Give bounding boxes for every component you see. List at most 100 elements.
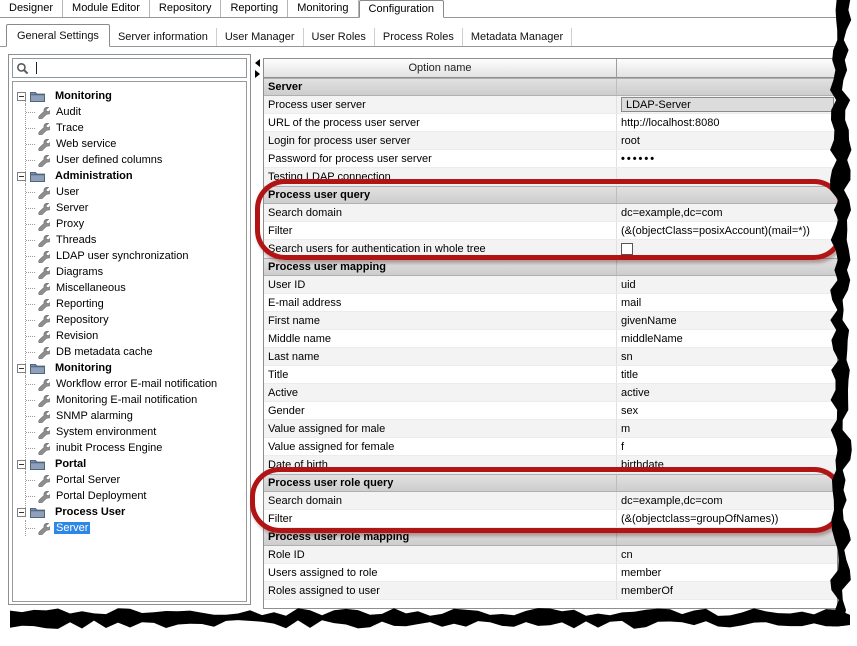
folder-icon	[30, 362, 45, 374]
tree-item-ldap-user-synchronization[interactable]: LDAP user synchronization	[26, 248, 244, 264]
tree-item-diagrams[interactable]: Diagrams	[26, 264, 244, 280]
tree-item-web-service[interactable]: Web service	[26, 136, 244, 152]
tree-item-repository[interactable]: Repository	[26, 312, 244, 328]
option-value-cell[interactable]	[617, 240, 837, 257]
option-row-filter: Filter(&(objectclass=groupOfNames))	[264, 510, 837, 528]
option-name-cell: Password for process user server	[264, 150, 617, 167]
panel-splitter[interactable]	[251, 54, 263, 605]
option-value-cell[interactable]: sex	[617, 402, 837, 419]
option-name-cell: URL of the process user server	[264, 114, 617, 131]
option-value-cell[interactable]: f	[617, 438, 837, 455]
tree-collapse-icon[interactable]	[17, 92, 26, 101]
tree-item-revision[interactable]: Revision	[26, 328, 244, 344]
tree-item-inubit-process-engine[interactable]: inubit Process Engine	[26, 440, 244, 456]
section-value-cell	[617, 529, 837, 545]
tree-collapse-icon[interactable]	[17, 508, 26, 517]
option-value-cell[interactable]: ••••••	[617, 150, 837, 167]
tree-item-user-defined-columns[interactable]: User defined columns	[26, 152, 244, 168]
tree-item-server[interactable]: Server	[26, 200, 244, 216]
main-tab-reporting[interactable]: Reporting	[221, 0, 288, 17]
tree-item-threads[interactable]: Threads	[26, 232, 244, 248]
option-value-cell[interactable]: dc=example,dc=com	[617, 492, 837, 509]
config-tab-server-information[interactable]: Server information	[110, 28, 217, 46]
collapse-left-icon[interactable]	[255, 59, 260, 67]
main-tab-configuration[interactable]: Configuration	[359, 0, 444, 18]
tree-item-reporting[interactable]: Reporting	[26, 296, 244, 312]
option-row-title: Titletitle	[264, 366, 837, 384]
tree-folder-administration-1[interactable]: Administration	[17, 168, 244, 184]
tree-item-db-metadata-cache[interactable]: DB metadata cache	[26, 344, 244, 360]
tree-search-input[interactable]	[40, 61, 243, 75]
option-value-cell[interactable]: title	[617, 366, 837, 383]
option-value-cell[interactable]: mail	[617, 294, 837, 311]
password-value: ••••••	[621, 153, 656, 165]
option-row-middle-name: Middle namemiddleName	[264, 330, 837, 348]
tree-collapse-icon[interactable]	[17, 364, 26, 373]
config-tab-process-roles[interactable]: Process Roles	[375, 28, 463, 46]
option-value-cell[interactable]: m	[617, 420, 837, 437]
section-row-process-user-mapping: Process user mapping	[264, 258, 837, 276]
checkbox-search-users-for-authentication-in-whole-tree[interactable]	[621, 243, 633, 255]
tree-item-audit[interactable]: Audit	[26, 104, 244, 120]
tree-item-server[interactable]: Server	[26, 520, 244, 536]
tree-collapse-icon[interactable]	[17, 172, 26, 181]
tree-collapse-icon[interactable]	[17, 460, 26, 469]
tree-item-portal-deployment[interactable]: Portal Deployment	[26, 488, 244, 504]
tree-folder-label: Monitoring	[53, 90, 114, 102]
option-value-cell[interactable]: givenName	[617, 312, 837, 329]
option-row-testing-ldap-connection: Testing LDAP connection	[264, 168, 837, 186]
main-tab-module-editor[interactable]: Module Editor	[63, 0, 150, 17]
tree-folder-monitoring-0[interactable]: Monitoring	[17, 88, 244, 104]
option-name-cell: Last name	[264, 348, 617, 365]
option-value-cell[interactable]: birthdate	[617, 456, 837, 473]
tree-search-box[interactable]	[12, 58, 247, 78]
option-value-cell[interactable]: (&(objectClass=posixAccount)(mail=*))	[617, 222, 837, 239]
tree-folder-monitoring-2[interactable]: Monitoring	[17, 360, 244, 376]
wrench-icon	[36, 233, 50, 247]
option-value-cell[interactable]: cn	[617, 546, 837, 563]
tree-item-monitoring-e-mail-notification[interactable]: Monitoring E-mail notification	[26, 392, 244, 408]
option-row-process-user-server: Process user serverLDAP-Server	[264, 96, 837, 114]
tree-item-label: SNMP alarming	[54, 410, 135, 422]
config-tab-user-roles[interactable]: User Roles	[304, 28, 375, 46]
option-value-cell[interactable]: LDAP-Server	[617, 96, 837, 113]
section-row-server: Server	[264, 78, 837, 96]
tree-item-workflow-error-e-mail-notification[interactable]: Workflow error E-mail notification	[26, 376, 244, 392]
tree-folder-process-user-4[interactable]: Process User	[17, 504, 244, 520]
option-value-cell[interactable]: active	[617, 384, 837, 401]
process-user-server-select[interactable]: LDAP-Server	[621, 97, 834, 112]
config-tab-user-manager[interactable]: User Manager	[217, 28, 304, 46]
option-value-cell[interactable]: middleName	[617, 330, 837, 347]
tree-item-label: LDAP user synchronization	[54, 250, 190, 262]
tree-item-proxy[interactable]: Proxy	[26, 216, 244, 232]
option-value-cell[interactable]: dc=example,dc=com	[617, 204, 837, 221]
tree-item-snmp-alarming[interactable]: SNMP alarming	[26, 408, 244, 424]
torn-edge-bottom	[10, 604, 857, 643]
tree-children: Portal ServerPortal Deployment	[25, 472, 244, 504]
option-value-cell[interactable]: memberOf	[617, 582, 837, 599]
option-name-cell: Users assigned to role	[264, 564, 617, 581]
option-value-cell[interactable]: http://localhost:8080	[617, 114, 837, 131]
option-value-cell[interactable]: sn	[617, 348, 837, 365]
tree-folder-portal-3[interactable]: Portal	[17, 456, 244, 472]
main-tab-repository[interactable]: Repository	[150, 0, 222, 17]
config-tab-general-settings[interactable]: General Settings	[6, 24, 110, 47]
main-tab-designer[interactable]: Designer	[0, 0, 63, 17]
option-row-login-for-process-user-server: Login for process user serverroot	[264, 132, 837, 150]
tree-item-system-environment[interactable]: System environment	[26, 424, 244, 440]
collapse-right-icon[interactable]	[255, 70, 260, 78]
option-value-cell[interactable]	[617, 168, 837, 185]
wrench-icon	[36, 393, 50, 407]
option-value-cell[interactable]: root	[617, 132, 837, 149]
tree-item-portal-server[interactable]: Portal Server	[26, 472, 244, 488]
option-value-cell[interactable]: (&(objectclass=groupOfNames))	[617, 510, 837, 527]
option-value-cell[interactable]: member	[617, 564, 837, 581]
option-value-cell[interactable]: uid	[617, 276, 837, 293]
tree-folder-label: Process User	[53, 506, 127, 518]
folder-icon	[30, 170, 45, 182]
config-tab-metadata-manager[interactable]: Metadata Manager	[463, 28, 572, 46]
tree-item-miscellaneous[interactable]: Miscellaneous	[26, 280, 244, 296]
tree-item-trace[interactable]: Trace	[26, 120, 244, 136]
tree-item-user[interactable]: User	[26, 184, 244, 200]
main-tab-monitoring[interactable]: Monitoring	[288, 0, 358, 17]
